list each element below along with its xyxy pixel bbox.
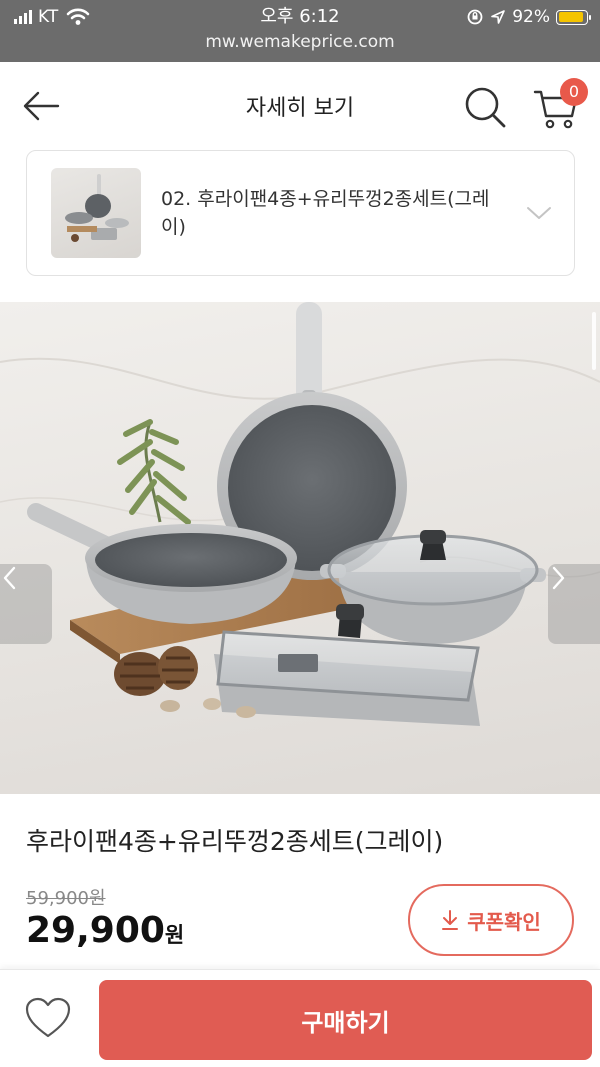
orientation-lock-icon (467, 9, 483, 25)
battery-percent: 92% (512, 7, 550, 27)
product-image-carousel[interactable] (0, 302, 600, 794)
option-label: 02. 후라이팬4종+유리뚜껑2종세트(그레이) (161, 188, 490, 238)
carousel-next-button[interactable] (548, 564, 600, 644)
cart-count-badge: 0 (560, 78, 588, 106)
scroll-indicator (592, 312, 596, 370)
battery-icon (556, 9, 591, 25)
search-icon[interactable] (462, 84, 508, 130)
url-bar[interactable]: mw.wemakeprice.com (0, 32, 600, 52)
bottom-action-bar: 구매하기 (0, 969, 600, 1067)
location-icon (491, 10, 506, 24)
page-title: 자세히 보기 (245, 96, 355, 121)
chevron-right-icon (552, 566, 565, 590)
coupon-button[interactable]: 쿠폰확인 (408, 884, 574, 956)
option-thumbnail (51, 168, 141, 258)
sale-price-currency: 원 (164, 923, 185, 947)
carousel-prev-button[interactable] (0, 564, 52, 644)
product-photo (0, 302, 600, 726)
option-selector[interactable]: 02. 후라이팬4종+유리뚜껑2종세트(그레이) (26, 150, 575, 276)
chevron-down-icon[interactable] (525, 199, 553, 227)
coupon-label: 쿠폰확인 (467, 909, 541, 934)
product-info-panel: 후라이팬4종+유리뚜껑2종세트(그레이) 59,900원 29,900원 쿠폰확… (0, 794, 600, 969)
status-bar: KT 오후 6:12 92% mw.wemakeprice.com (0, 0, 600, 62)
download-icon (442, 910, 459, 930)
chevron-left-icon (3, 566, 16, 590)
status-right: 92% (466, 4, 591, 30)
buy-button[interactable]: 구매하기 (99, 980, 592, 1060)
page-header: 자세히 보기 (0, 62, 600, 150)
original-price: 59,900원 (26, 888, 106, 909)
heart-icon[interactable] (24, 996, 72, 1040)
product-name: 후라이팬4종+유리뚜껑2종세트(그레이) (26, 827, 444, 856)
sale-price: 29,900원 (26, 910, 184, 951)
sale-price-value: 29,900 (26, 910, 165, 951)
